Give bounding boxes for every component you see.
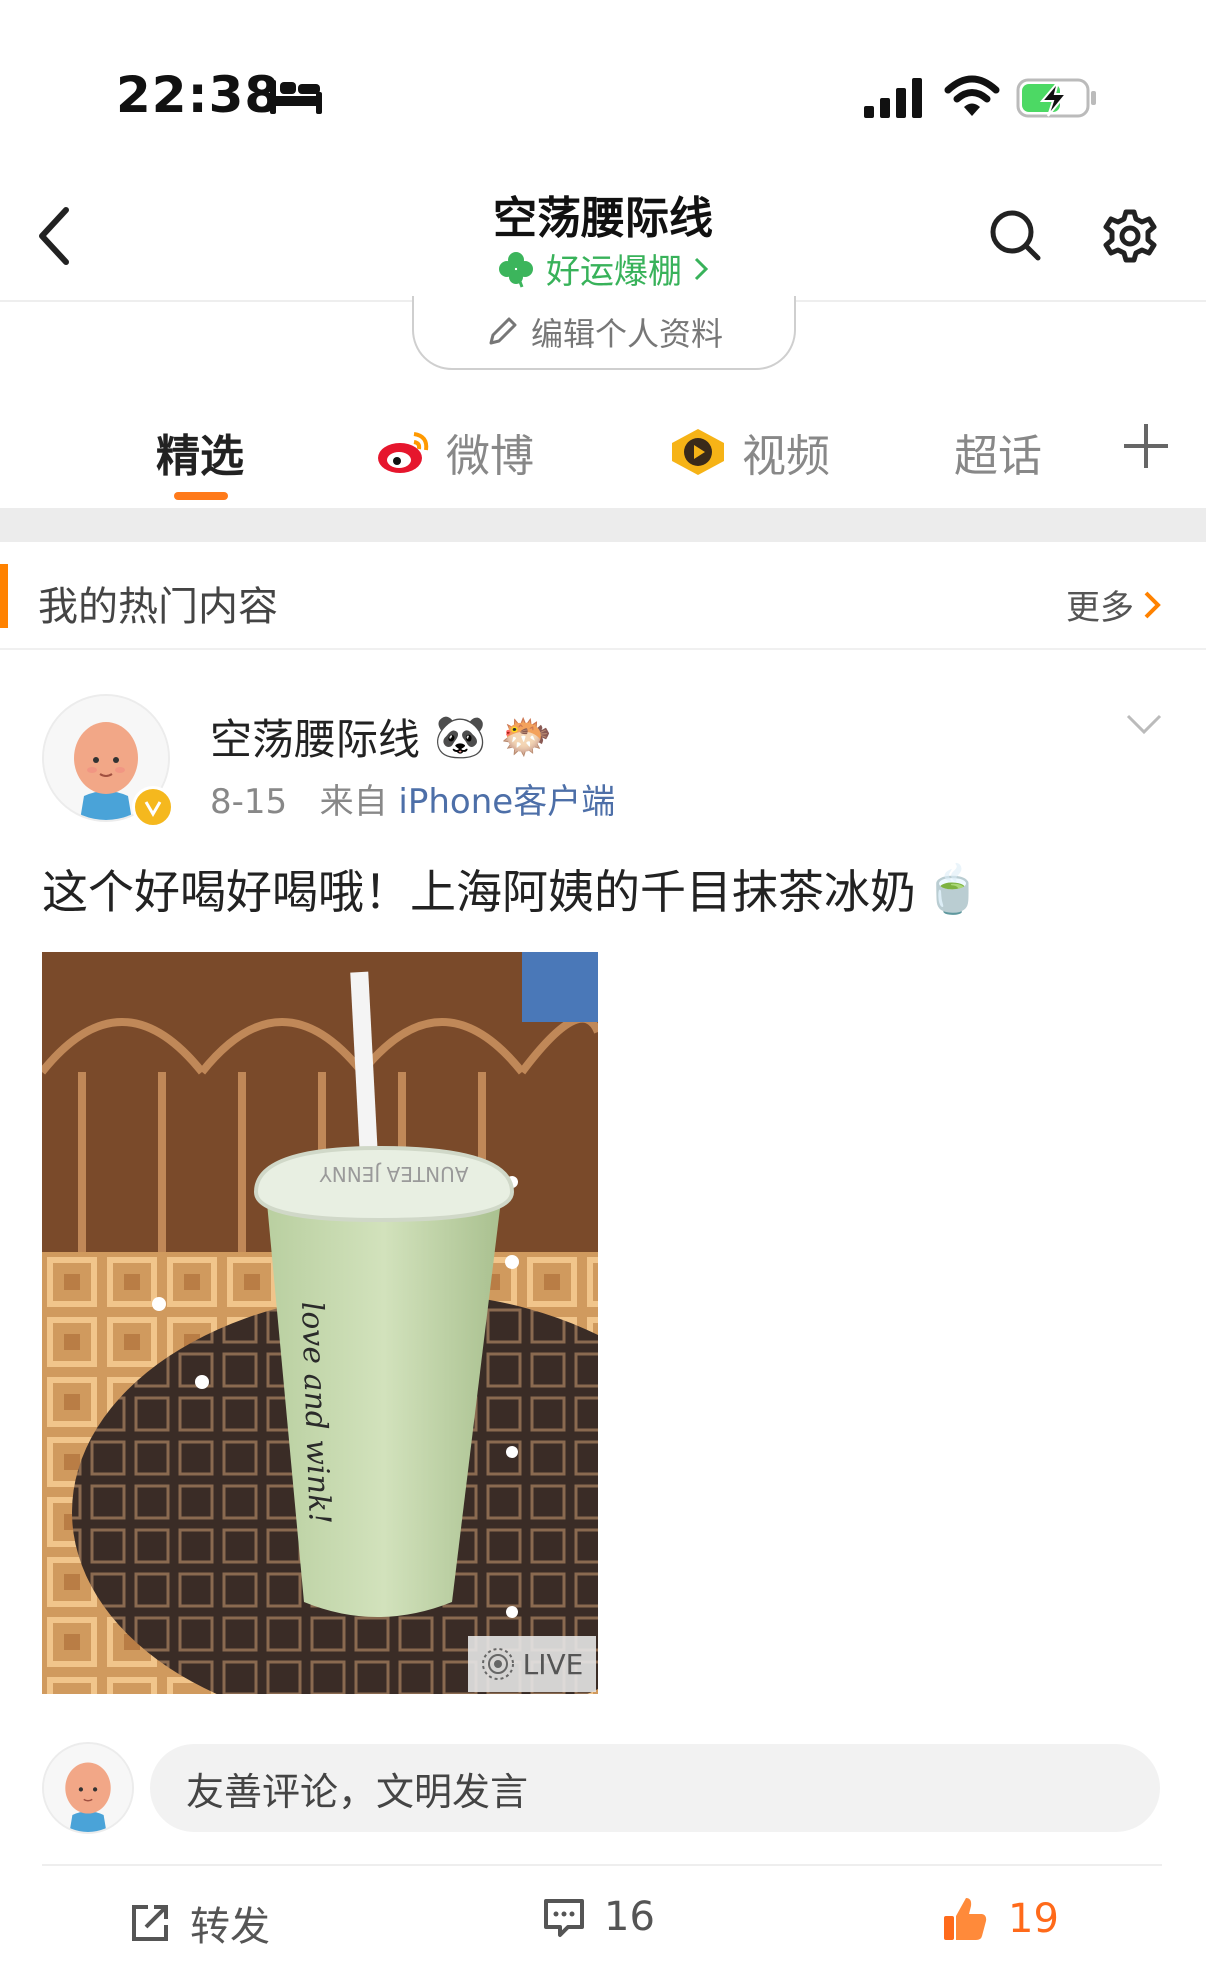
- verified-badge-icon: [132, 786, 174, 828]
- tab-featured[interactable]: 精选: [156, 420, 244, 484]
- tab-label: 精选: [156, 431, 244, 482]
- tab-active-indicator: [174, 492, 228, 500]
- section-accent-bar: [0, 564, 8, 628]
- matcha-drink-photo: AUNTEA JENNY love and wink!: [42, 952, 598, 1694]
- like-count: 19: [1008, 1896, 1059, 1942]
- live-photo-icon: [481, 1648, 514, 1680]
- tab-video[interactable]: 视频: [668, 420, 830, 484]
- search-icon[interactable]: [988, 208, 1042, 262]
- lid-brand-text: AUNTEA JENNY: [319, 1162, 469, 1186]
- status-time: 22:38: [116, 66, 281, 124]
- tab-supertopic[interactable]: 超话: [954, 420, 1042, 484]
- edit-profile-button[interactable]: 编辑个人资料: [412, 296, 796, 370]
- panda-icon: 🐼: [434, 711, 487, 761]
- comment-icon: [544, 1899, 584, 1937]
- post-text: 这个好喝好喝哦！上海阿姨的千目抹茶冰奶 🍵: [42, 856, 981, 922]
- gear-icon[interactable]: [1102, 208, 1158, 264]
- pufferfish-icon: 🐡: [500, 711, 553, 761]
- chevron-right-icon: [694, 257, 709, 280]
- tea-icon: 🍵: [924, 861, 982, 916]
- video-icon: [672, 429, 724, 475]
- section-separator: [0, 508, 1206, 542]
- author-name: 空荡腰际线: [210, 715, 421, 764]
- more-label: 更多: [1066, 588, 1134, 628]
- comment-input[interactable]: 友善评论，文明发言: [150, 1744, 1160, 1832]
- tab-label: 超话: [954, 431, 1042, 482]
- like-button[interactable]: 19: [940, 1894, 1059, 1944]
- chevron-down-icon[interactable]: [1124, 712, 1164, 736]
- more-link[interactable]: 更多: [1066, 580, 1162, 629]
- bed-icon: [270, 80, 322, 114]
- tab-label: 视频: [742, 431, 830, 482]
- edit-profile-label: 编辑个人资料: [530, 315, 723, 353]
- comment-count: 16: [604, 1894, 655, 1940]
- avatar-figure: [44, 1744, 132, 1832]
- live-photo-badge[interactable]: LIVE: [468, 1636, 596, 1692]
- tab-weibo[interactable]: 微博: [376, 420, 534, 484]
- wifi-icon: [944, 75, 1000, 116]
- comment-button[interactable]: 16: [542, 1894, 655, 1940]
- post-source[interactable]: iPhone客户端: [398, 782, 615, 822]
- lucky-label: 好运爆棚: [546, 252, 682, 292]
- actions-divider: [42, 1864, 1162, 1866]
- post-date: 8-15: [210, 782, 288, 822]
- section-title: 我的热门内容: [38, 584, 278, 630]
- repost-button[interactable]: 转发: [128, 1894, 270, 1952]
- pencil-icon: [489, 317, 517, 345]
- post-author[interactable]: 空荡腰际线 🐼 🐡: [210, 706, 553, 767]
- live-label: LIVE: [522, 1647, 584, 1681]
- post-source-prefix: 来自: [319, 782, 388, 822]
- plus-icon[interactable]: [1122, 422, 1170, 470]
- post-image[interactable]: AUNTEA JENNY love and wink!: [42, 952, 598, 1694]
- post-body: 这个好喝好喝哦！上海阿姨的千目抹茶冰奶: [42, 865, 916, 919]
- commenter-avatar: [42, 1742, 134, 1834]
- clover-icon: [499, 251, 533, 288]
- tab-label: 微博: [446, 431, 534, 482]
- chevron-right-icon: [1144, 591, 1161, 618]
- repost-icon: [132, 1905, 168, 1941]
- battery-charging-icon: [1016, 78, 1096, 118]
- signal-icon: [864, 78, 922, 118]
- post-meta: 8-15 来自 iPhone客户端: [210, 774, 615, 823]
- weibo-icon: [378, 432, 429, 473]
- thumbs-up-icon: [944, 1898, 987, 1940]
- repost-label: 转发: [190, 1904, 270, 1950]
- section-divider: [0, 648, 1206, 650]
